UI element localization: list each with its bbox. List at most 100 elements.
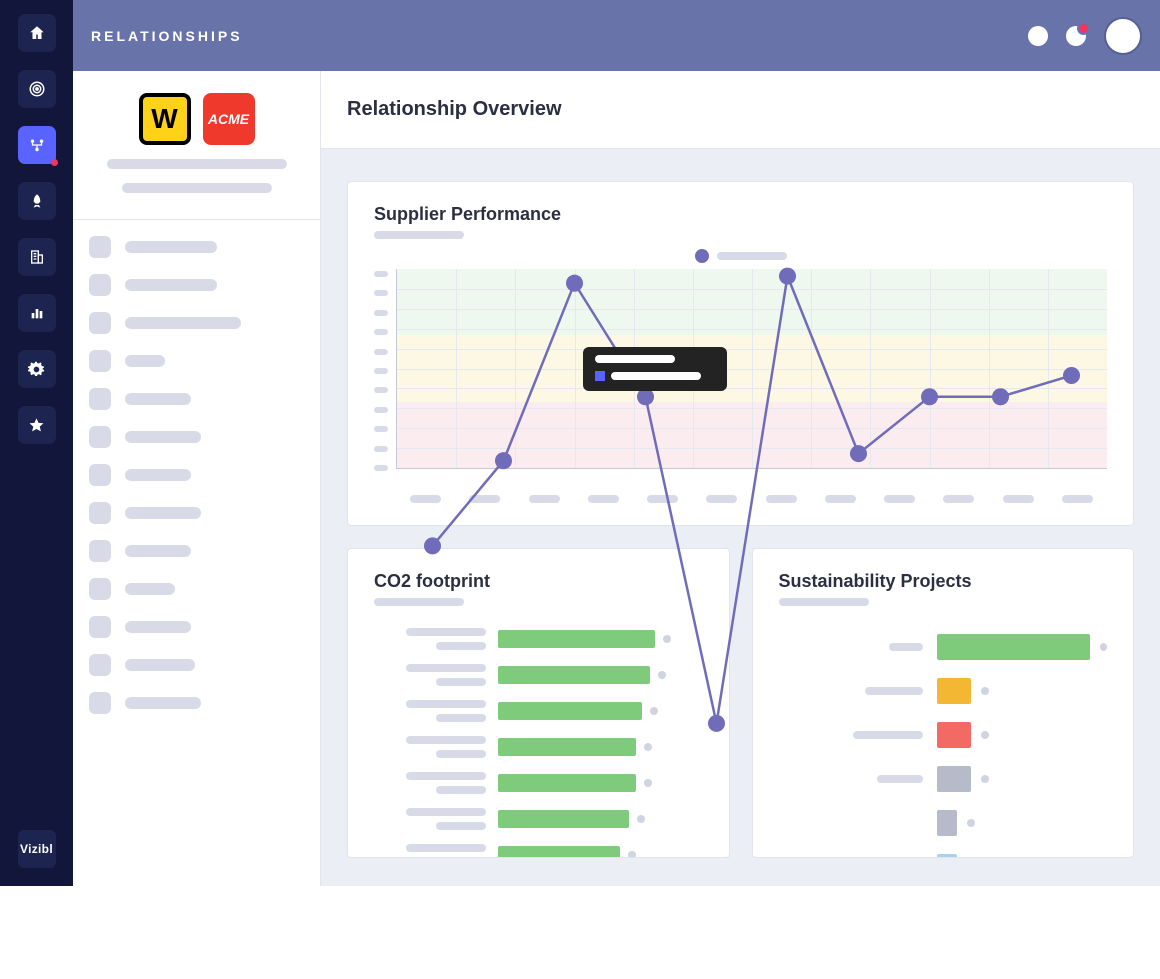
nav-target[interactable] [18, 70, 56, 108]
sidebar-item-label-placeholder [125, 279, 217, 291]
supplier-performance-title: Supplier Performance [374, 204, 1107, 225]
y-axis-ticks [374, 269, 396, 489]
sust-bar [937, 810, 957, 836]
sidebar-item-icon [89, 464, 111, 486]
gear-icon [28, 361, 45, 378]
sidebar-item-label-placeholder [125, 545, 191, 557]
bar-chart-icon [29, 305, 45, 321]
y-tick [374, 387, 388, 393]
main-body: Supplier Performance CO2 footprint [321, 149, 1160, 886]
sust-track [937, 810, 1107, 836]
main: Relationship Overview Supplier Performan… [321, 71, 1160, 886]
sust-bar [937, 766, 971, 792]
sidebar-item-label-placeholder [125, 583, 175, 595]
sidebar-item[interactable] [89, 540, 304, 562]
sidebar-item-label-placeholder [125, 507, 201, 519]
rocket-icon [29, 193, 45, 209]
sidebar-item[interactable] [89, 350, 304, 372]
supplier-legend [374, 249, 1107, 263]
avatar[interactable] [1104, 17, 1142, 55]
sidebar-item-icon [89, 236, 111, 258]
brand-left: W [139, 93, 191, 145]
y-tick [374, 465, 388, 471]
sidebar-item-icon [89, 654, 111, 676]
sust-value-dot [1100, 643, 1107, 651]
sidebar-item-icon [89, 312, 111, 334]
sidebar-item-icon [89, 274, 111, 296]
sust-track [937, 678, 1107, 704]
chart-plot [396, 269, 1107, 469]
tooltip-series-row [595, 371, 715, 381]
y-tick [374, 349, 388, 355]
relationship-name-placeholder [107, 159, 287, 169]
sidebar-item-label-placeholder [125, 317, 241, 329]
main-header: Relationship Overview [321, 71, 1160, 149]
relationship-sub-placeholder [122, 183, 272, 193]
tooltip-series-color [595, 371, 605, 381]
sidebar-item[interactable] [89, 692, 304, 714]
sidebar-item-icon [89, 616, 111, 638]
nav-analytics[interactable] [18, 294, 56, 332]
legend-label-placeholder [717, 252, 787, 260]
sust-value-dot [981, 687, 989, 695]
nav-building[interactable] [18, 238, 56, 276]
sidebar-item-icon [89, 388, 111, 410]
brand-pair: W ACME [139, 93, 255, 145]
topbar: RELATIONSHIPS [73, 0, 1160, 71]
sidebar-item[interactable] [89, 654, 304, 676]
sust-bar [937, 678, 971, 704]
sidebar-item[interactable] [89, 388, 304, 410]
sidebar-item[interactable] [89, 274, 304, 296]
header-actions [1028, 17, 1142, 55]
sidebar-item[interactable] [89, 616, 304, 638]
sust-value-dot [967, 819, 975, 827]
star-icon [28, 417, 45, 434]
sidebar-item[interactable] [89, 236, 304, 258]
chart-tooltip [583, 347, 727, 391]
main-title: Relationship Overview [347, 98, 562, 121]
notifications-icon[interactable] [1066, 26, 1086, 46]
y-tick [374, 407, 388, 413]
nav-settings[interactable] [18, 350, 56, 388]
sust-track [937, 634, 1107, 660]
sidebar-item-label-placeholder [125, 241, 217, 253]
page-title: RELATIONSHIPS [91, 28, 243, 44]
nav-home[interactable] [18, 14, 56, 52]
sidebar-item[interactable] [89, 464, 304, 486]
sust-bar [937, 722, 971, 748]
y-tick [374, 290, 388, 296]
sidebar-item-icon [89, 426, 111, 448]
nav-rocket[interactable] [18, 182, 56, 220]
header-action-1[interactable] [1028, 26, 1048, 46]
sidebar-item-label-placeholder [125, 393, 191, 405]
supplier-performance-card: Supplier Performance [347, 181, 1134, 526]
sidebar-item-icon [89, 350, 111, 372]
relationship-header: W ACME [73, 71, 320, 220]
sidebar-item[interactable] [89, 312, 304, 334]
network-icon [28, 136, 46, 154]
sidebar-item[interactable] [89, 426, 304, 448]
sidebar-menu [73, 220, 320, 730]
y-tick [374, 329, 388, 335]
sidebar-item-label-placeholder [125, 355, 165, 367]
target-icon [28, 80, 46, 98]
supplier-performance-chart[interactable] [374, 269, 1107, 489]
nav-rail: Vizibl [0, 0, 73, 886]
nav-network[interactable] [18, 126, 56, 164]
sidebar-item-label-placeholder [125, 659, 195, 671]
sidebar-item-icon [89, 540, 111, 562]
sust-bar [937, 634, 1090, 660]
sidebar-item[interactable] [89, 578, 304, 600]
sidebar-item[interactable] [89, 502, 304, 524]
app-logo[interactable]: Vizibl [0, 830, 73, 868]
building-icon [29, 249, 45, 265]
sidebar-item-icon [89, 578, 111, 600]
nav-favorites[interactable] [18, 406, 56, 444]
sidebar-item-label-placeholder [125, 621, 191, 633]
brand-right: ACME [203, 93, 255, 145]
sust-value-dot [981, 775, 989, 783]
sidebar-item-icon [89, 692, 111, 714]
sidebar-item-label-placeholder [125, 697, 201, 709]
tooltip-series-label-placeholder [611, 372, 701, 380]
home-icon [28, 24, 46, 42]
